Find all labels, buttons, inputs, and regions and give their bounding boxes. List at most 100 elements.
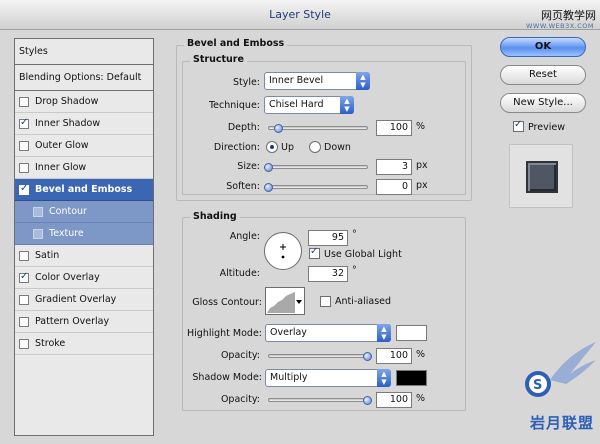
style-item-checkbox[interactable] (19, 96, 29, 107)
style-preview (509, 144, 573, 208)
highlight-opacity-unit: % (416, 349, 426, 360)
chevron-updown-icon: ▲ ▼ (356, 72, 370, 90)
depth-slider[interactable] (268, 126, 368, 130)
highlight-opacity-slider[interactable] (268, 354, 368, 358)
soften-slider[interactable] (268, 185, 368, 189)
shadow-opacity-unit: % (416, 393, 426, 404)
shadow-mode-value: Multiply (270, 372, 308, 383)
shadow-opacity-label: Opacity: (220, 394, 260, 405)
size-slider[interactable] (268, 165, 368, 169)
style-item-checkbox[interactable] (19, 294, 29, 305)
style-item-checkbox[interactable] (19, 338, 29, 349)
style-item-label: Gradient Overlay (35, 294, 117, 305)
size-unit: px (416, 160, 428, 171)
global-light-checkbox[interactable] (309, 246, 320, 259)
depth-slider-knob[interactable] (274, 124, 283, 133)
angle-input[interactable]: 95 (308, 230, 348, 246)
chevron-updown-icon: ▲ ▼ (340, 96, 354, 114)
title-bar: Layer Style 网页教学网 WWW.WEB3X.COM (0, 0, 600, 30)
highlight-mode-select[interactable]: Overlay ▲ ▼ (265, 324, 391, 342)
style-label: Style: (232, 77, 260, 88)
chevron-updown-icon: ▲ ▼ (377, 369, 391, 387)
style-item-outer-glow[interactable]: Outer Glow (15, 135, 153, 157)
shadow-mode-select[interactable]: Multiply ▲ ▼ (265, 369, 391, 387)
new-style-button[interactable]: New Style... (500, 93, 586, 113)
style-item-label: Satin (35, 250, 60, 261)
soften-slider-knob[interactable] (264, 183, 273, 192)
depth-input[interactable]: 100 (376, 120, 412, 136)
style-item-texture[interactable]: Texture (15, 223, 153, 245)
blending-options-label: Blending Options: Default (19, 72, 142, 83)
shadow-opacity-slider[interactable] (268, 398, 368, 402)
style-item-pattern-overlay[interactable]: Pattern Overlay (15, 311, 153, 333)
size-input[interactable]: 3 (376, 159, 412, 175)
technique-select[interactable]: Chisel Hard ▲ ▼ (264, 96, 354, 114)
style-item-drop-shadow[interactable]: Drop Shadow (15, 91, 153, 113)
styles-header-label: Styles (19, 46, 48, 57)
preview-checkbox[interactable] (513, 119, 524, 132)
style-item-label: Inner Glow (35, 162, 87, 173)
shadow-color-swatch[interactable] (396, 370, 427, 386)
blending-options[interactable]: Blending Options: Default (15, 65, 153, 91)
style-item-checkbox[interactable] (19, 250, 29, 261)
shadow-opacity-input[interactable]: 100 (376, 392, 412, 408)
style-item-contour[interactable]: Contour (15, 201, 153, 223)
style-item-checkbox[interactable] (33, 206, 43, 217)
style-item-satin[interactable]: Satin (15, 245, 153, 267)
style-item-checkbox[interactable] (19, 271, 29, 283)
style-item-inner-glow[interactable]: Inner Glow (15, 157, 153, 179)
style-item-inner-shadow[interactable]: Inner Shadow (15, 113, 153, 135)
soften-input[interactable]: 0 (376, 179, 412, 195)
preview-swatch (526, 161, 558, 193)
anti-aliased-label: Anti-aliased (335, 296, 392, 307)
chevron-updown-icon: ▲ ▼ (377, 324, 391, 342)
technique-label: Technique: (208, 100, 260, 111)
style-item-checkbox[interactable] (19, 162, 29, 173)
gloss-contour-label: Gloss Contour: (192, 297, 262, 308)
style-item-label: Pattern Overlay (35, 316, 110, 327)
style-item-checkbox[interactable] (19, 183, 29, 195)
direction-up-radio[interactable] (266, 141, 278, 153)
style-item-label: Drop Shadow (35, 96, 99, 107)
style-item-checkbox[interactable] (33, 228, 43, 239)
style-select-value: Inner Bevel (269, 75, 324, 86)
shadow-opacity-knob[interactable] (363, 396, 372, 405)
style-item-bevel-and-emboss[interactable]: Bevel and Emboss (15, 179, 153, 201)
style-item-label: Color Overlay (35, 272, 100, 283)
angle-unit: ° (352, 229, 357, 240)
style-item-label: Stroke (35, 338, 66, 349)
style-item-checkbox[interactable] (19, 316, 29, 327)
highlight-opacity-label: Opacity: (220, 350, 260, 361)
style-item-stroke[interactable]: Stroke (15, 333, 153, 355)
ok-button[interactable]: OK (500, 37, 586, 57)
angle-crosshair-icon (280, 244, 286, 259)
style-item-gradient-overlay[interactable]: Gradient Overlay (15, 289, 153, 311)
angle-label: Angle: (229, 231, 260, 242)
direction-down-radio[interactable] (309, 141, 321, 153)
style-select[interactable]: Inner Bevel ▲ ▼ (264, 72, 370, 90)
style-item-checkbox[interactable] (19, 117, 29, 129)
angle-dial[interactable] (264, 232, 302, 270)
style-item-checkbox[interactable] (19, 140, 29, 151)
bevel-emboss-title: Bevel and Emboss (184, 38, 288, 49)
style-item-label: Contour (49, 206, 87, 217)
highlight-opacity-knob[interactable] (363, 352, 372, 361)
style-item-color-overlay[interactable]: Color Overlay (15, 267, 153, 289)
reset-button[interactable]: Reset (500, 65, 586, 85)
altitude-input[interactable]: 32 (308, 266, 348, 282)
direction-label: Direction: (213, 142, 260, 153)
highlight-color-swatch[interactable] (396, 325, 427, 341)
highlight-opacity-input[interactable]: 100 (376, 348, 412, 364)
preview-label: Preview (528, 122, 565, 133)
styles-header[interactable]: Styles (15, 39, 153, 65)
anti-aliased-checkbox[interactable] (320, 296, 331, 307)
watermark-top: 网页教学网 (541, 9, 596, 22)
watermark-bottom: 岩月联盟 (530, 414, 595, 432)
contour-curve-icon (267, 292, 302, 313)
size-slider-knob[interactable] (264, 163, 273, 172)
depth-unit: % (416, 121, 426, 132)
svg-text:S: S (533, 378, 542, 393)
altitude-unit: ° (352, 265, 357, 276)
watermark-url: WWW.WEB3X.COM (525, 22, 594, 30)
gloss-contour-picker[interactable] (265, 287, 305, 315)
